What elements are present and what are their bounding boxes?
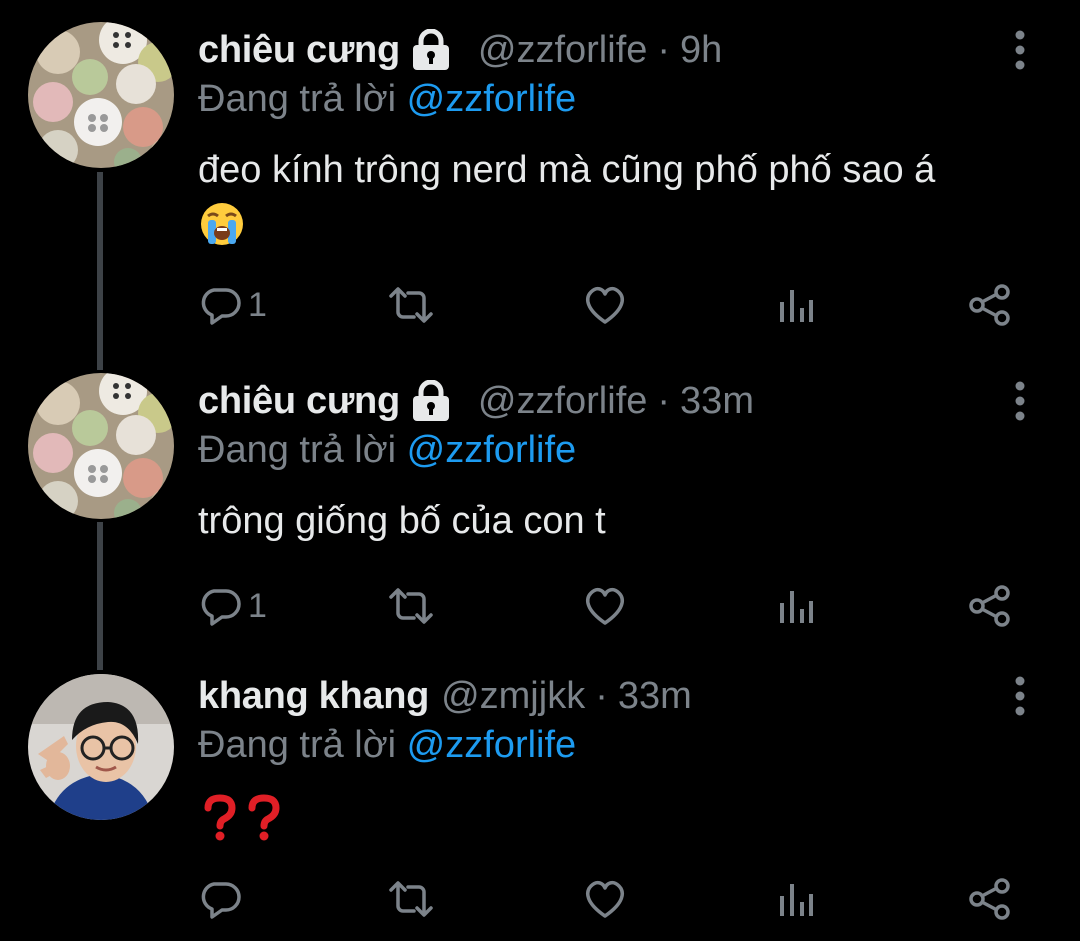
heart-icon bbox=[586, 286, 624, 324]
timestamp[interactable]: 33m bbox=[618, 675, 692, 718]
display-name[interactable]: chiêu cưng bbox=[198, 29, 400, 72]
reply-button[interactable]: 1 bbox=[200, 581, 267, 631]
handle[interactable]: @zzforlife bbox=[478, 29, 648, 72]
reply-icon bbox=[201, 882, 241, 919]
mention-link[interactable]: @zzforlife bbox=[407, 724, 577, 766]
views-button[interactable] bbox=[776, 581, 816, 631]
loudly-crying-face-icon bbox=[201, 202, 243, 245]
tweet-text: trông giống bố của con t bbox=[198, 495, 1058, 547]
heart-icon bbox=[586, 587, 624, 625]
share-button[interactable] bbox=[968, 581, 1012, 631]
like-button[interactable] bbox=[582, 280, 628, 330]
lock-icon bbox=[410, 28, 452, 71]
tweet-header: chiêu cưng @zzforlife · 33m bbox=[198, 373, 754, 429]
replying-label: Đang trả lời bbox=[198, 78, 397, 120]
handle[interactable]: @zmjjkk bbox=[441, 675, 585, 718]
share-icon bbox=[969, 585, 1010, 627]
retweet-button[interactable] bbox=[386, 280, 436, 330]
mention-link[interactable]: @zzforlife bbox=[407, 429, 577, 471]
mention-link[interactable]: @zzforlife bbox=[407, 78, 577, 120]
heart-icon bbox=[586, 880, 624, 918]
more-vertical-icon[interactable] bbox=[1008, 674, 1032, 718]
lock-icon bbox=[410, 379, 452, 422]
views-button[interactable] bbox=[776, 874, 816, 924]
reply-button[interactable]: 1 bbox=[200, 280, 267, 330]
tweet-actions bbox=[198, 874, 1028, 924]
display-name[interactable]: chiêu cưng bbox=[198, 380, 400, 423]
replying-label: Đang trả lời bbox=[198, 724, 397, 766]
more-vertical-icon[interactable] bbox=[1008, 379, 1032, 423]
views-button[interactable] bbox=[776, 280, 816, 330]
timestamp[interactable]: 9h bbox=[680, 29, 722, 72]
red-question-marks-icon bbox=[204, 794, 280, 841]
separator: · bbox=[657, 28, 671, 71]
replying-to: Đang trả lời @zzforlife bbox=[198, 78, 576, 121]
tweet-actions: 1 bbox=[198, 280, 1028, 330]
more-vertical-icon[interactable] bbox=[1008, 28, 1032, 72]
tweet-text-content: trông giống bố của con t bbox=[198, 500, 606, 542]
handle[interactable]: @zzforlife bbox=[478, 380, 648, 423]
analytics-icon bbox=[780, 290, 813, 322]
avatar[interactable] bbox=[28, 674, 174, 820]
avatar[interactable] bbox=[28, 22, 174, 168]
analytics-icon bbox=[780, 591, 813, 623]
timestamp[interactable]: 33m bbox=[680, 380, 754, 423]
share-button[interactable] bbox=[968, 874, 1012, 924]
tweet-header: chiêu cưng @zzforlife · 9h bbox=[198, 22, 722, 78]
tweet-text-content: đeo kính trông nerd mà cũng phố phố sao … bbox=[198, 149, 936, 191]
thread-line bbox=[97, 522, 103, 670]
replying-to: Đang trả lời @zzforlife bbox=[198, 429, 576, 472]
reply-icon bbox=[201, 288, 241, 325]
retweet-button[interactable] bbox=[386, 874, 436, 924]
separator: · bbox=[595, 674, 608, 717]
reply-count: 1 bbox=[248, 586, 267, 625]
tweet-text: đeo kính trông nerd mà cũng phố phố sao … bbox=[198, 144, 1058, 248]
share-icon bbox=[969, 878, 1010, 920]
replying-label: Đang trả lời bbox=[198, 429, 397, 471]
separator: · bbox=[657, 379, 671, 422]
share-icon bbox=[969, 284, 1010, 326]
retweet-icon bbox=[389, 287, 433, 323]
share-button[interactable] bbox=[968, 280, 1012, 330]
avatar[interactable] bbox=[28, 373, 174, 519]
analytics-icon bbox=[780, 884, 813, 916]
display-name[interactable]: khang khang bbox=[198, 675, 429, 718]
thread-line bbox=[97, 172, 103, 370]
reply-icon bbox=[201, 589, 241, 626]
retweet-icon bbox=[389, 881, 433, 917]
tweet-header: khang khang @zmjjkk · 33m bbox=[198, 668, 692, 724]
like-button[interactable] bbox=[582, 874, 628, 924]
replying-to: Đang trả lời @zzforlife bbox=[198, 724, 576, 767]
like-button[interactable] bbox=[582, 581, 628, 631]
tweet-text bbox=[198, 790, 1058, 842]
reply-count: 1 bbox=[248, 285, 267, 324]
reply-button[interactable] bbox=[200, 874, 242, 924]
retweet-button[interactable] bbox=[386, 581, 436, 631]
retweet-icon bbox=[389, 588, 433, 624]
tweet-actions: 1 bbox=[198, 581, 1028, 631]
